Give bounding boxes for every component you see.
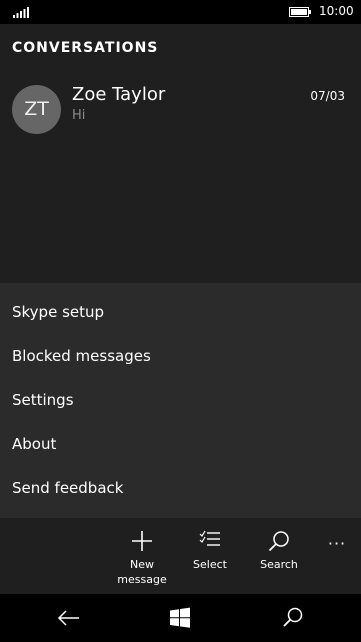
menu-item-skype-setup[interactable]: Skype setup [12, 303, 104, 321]
battery-icon [289, 7, 311, 17]
menu-item-about[interactable]: About [12, 435, 56, 453]
contact-name: Zoe Taylor [72, 84, 166, 105]
select-button[interactable]: Select [180, 518, 240, 594]
more-options-button[interactable]: ··· [322, 534, 352, 553]
signal-icon [13, 7, 29, 18]
avatar: ZT [12, 85, 61, 134]
clock: 10:00 [319, 4, 354, 18]
select-list-icon [199, 530, 220, 546]
app-bar-menu: Skype setup Blocked messages Settings Ab… [0, 283, 361, 518]
new-message-label: New message [112, 557, 172, 587]
message-preview: Hi [72, 108, 86, 123]
windows-icon[interactable] [165, 606, 195, 630]
new-message-button[interactable]: New message [112, 518, 172, 594]
search-icon [268, 531, 289, 552]
page-title: CONVERSATIONS [12, 40, 159, 56]
plus-icon [132, 531, 152, 551]
navigation-bar [0, 594, 361, 642]
select-label: Select [193, 558, 227, 571]
new-message-label-line2: message [117, 573, 167, 586]
new-message-label-line1: New [130, 558, 154, 571]
search-button[interactable]: Search [249, 518, 309, 594]
search-label: Search [260, 558, 298, 571]
status-bar: 10:00 [0, 0, 361, 24]
menu-item-blocked-messages[interactable]: Blocked messages [12, 347, 151, 365]
back-icon[interactable] [53, 606, 83, 630]
menu-item-send-feedback[interactable]: Send feedback [12, 479, 123, 497]
message-date: 07/03 [310, 89, 345, 103]
app-bar: New message Select Search ··· [0, 518, 361, 594]
search-icon[interactable] [278, 606, 308, 630]
conversation-item[interactable]: ZT Zoe Taylor 07/03 Hi [0, 80, 361, 140]
menu-item-settings[interactable]: Settings [12, 391, 74, 409]
